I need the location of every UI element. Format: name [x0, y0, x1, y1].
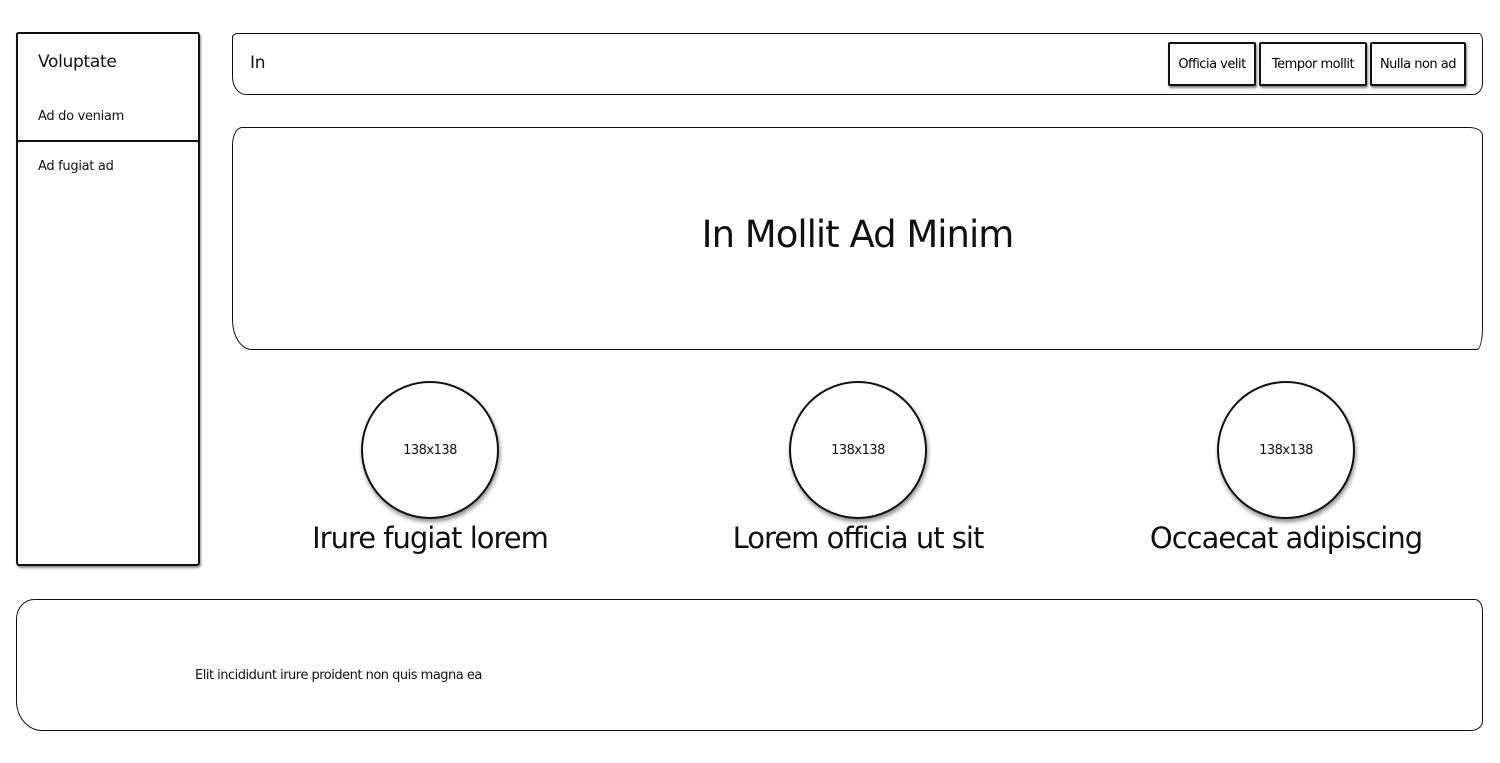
image-placeholder-label: 138x138 — [831, 442, 885, 458]
hero-banner: In Mollit Ad Minim — [232, 127, 1483, 350]
tempor-mollit-button[interactable]: Tempor mollit — [1259, 42, 1367, 86]
image-placeholder: 138x138 — [1217, 381, 1355, 519]
header-button-group: Officia velit Tempor mollit Nulla non ad — [1168, 42, 1466, 86]
image-placeholder: 138x138 — [361, 381, 499, 519]
officia-velit-button[interactable]: Officia velit — [1168, 42, 1256, 86]
header-bar: In Officia velit Tempor mollit Nulla non… — [232, 33, 1483, 95]
image-placeholder-label: 138x138 — [1259, 442, 1313, 458]
sidebar-item-ad-fugiat-ad[interactable]: Ad fugiat ad — [38, 159, 114, 174]
sidebar-item-ad-do-veniam[interactable]: Ad do veniam — [38, 109, 124, 124]
sidebar-title: Voluptate — [38, 52, 117, 72]
hero-title: In Mollit Ad Minim — [701, 213, 1015, 256]
footer-text: Elit incididunt irure proident non quis … — [195, 668, 482, 683]
nulla-non-ad-button[interactable]: Nulla non ad — [1370, 42, 1466, 86]
header-title: In — [250, 53, 266, 73]
image-placeholder: 138x138 — [789, 381, 927, 519]
feature-title: Occaecat adipiscing — [1149, 521, 1423, 555]
feature-title: Lorem officia ut sit — [732, 521, 985, 555]
footer: Elit incididunt irure proident non quis … — [16, 599, 1483, 731]
image-placeholder-label: 138x138 — [403, 442, 457, 458]
feature-card: 138x138 Irure fugiat lorem — [280, 381, 580, 555]
sidebar: Voluptate Ad do veniam Ad fugiat ad — [16, 32, 200, 566]
feature-title: Irure fugiat lorem — [312, 521, 549, 555]
feature-card: 138x138 Lorem officia ut sit — [708, 381, 1008, 555]
feature-card: 138x138 Occaecat adipiscing — [1136, 381, 1436, 555]
sidebar-divider — [18, 140, 198, 142]
